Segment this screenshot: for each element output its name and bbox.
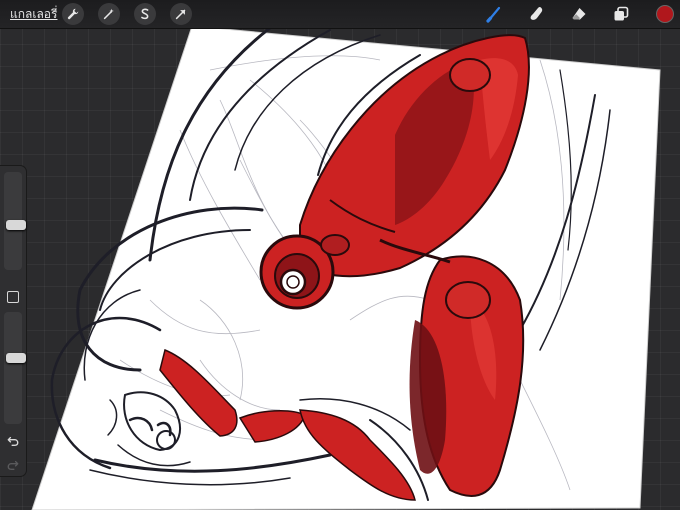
redo-button[interactable]: [6, 458, 20, 472]
redo-arrow-icon: [7, 460, 19, 470]
brush-size-slider-handle[interactable]: [6, 220, 26, 230]
top-toolbar: แกลเลอรี่: [0, 0, 680, 29]
transform-button[interactable]: [170, 3, 192, 25]
magic-wand-icon: [103, 8, 114, 20]
selection-button[interactable]: [134, 3, 156, 25]
undo-button[interactable]: [6, 434, 20, 448]
actions-button[interactable]: [62, 3, 84, 25]
eraser-icon: [572, 8, 586, 20]
left-sidebar: [0, 166, 26, 476]
eraser-button[interactable]: [568, 3, 590, 25]
wrench-icon: [67, 8, 79, 20]
smudge-button[interactable]: [526, 3, 548, 25]
brush-size-slider[interactable]: [4, 172, 26, 270]
layers-icon: [614, 6, 629, 21]
color-picker-button[interactable]: [656, 5, 674, 23]
smudge-finger-icon: [530, 6, 543, 20]
selection-s-icon: [141, 8, 149, 20]
arrow-cursor-icon: [175, 9, 186, 20]
canvas-workspace[interactable]: [0, 0, 680, 510]
opacity-slider-handle[interactable]: [6, 353, 26, 363]
gallery-button[interactable]: แกลเลอรี่: [10, 5, 57, 24]
brush-icon: [486, 6, 501, 23]
layers-button[interactable]: [610, 3, 632, 25]
brush-button[interactable]: [483, 3, 505, 25]
undo-arrow-icon: [7, 436, 19, 446]
opacity-slider[interactable]: [4, 312, 26, 424]
drawing-canvas[interactable]: [0, 0, 680, 510]
adjustments-button[interactable]: [98, 3, 120, 25]
modify-button[interactable]: [7, 291, 19, 303]
